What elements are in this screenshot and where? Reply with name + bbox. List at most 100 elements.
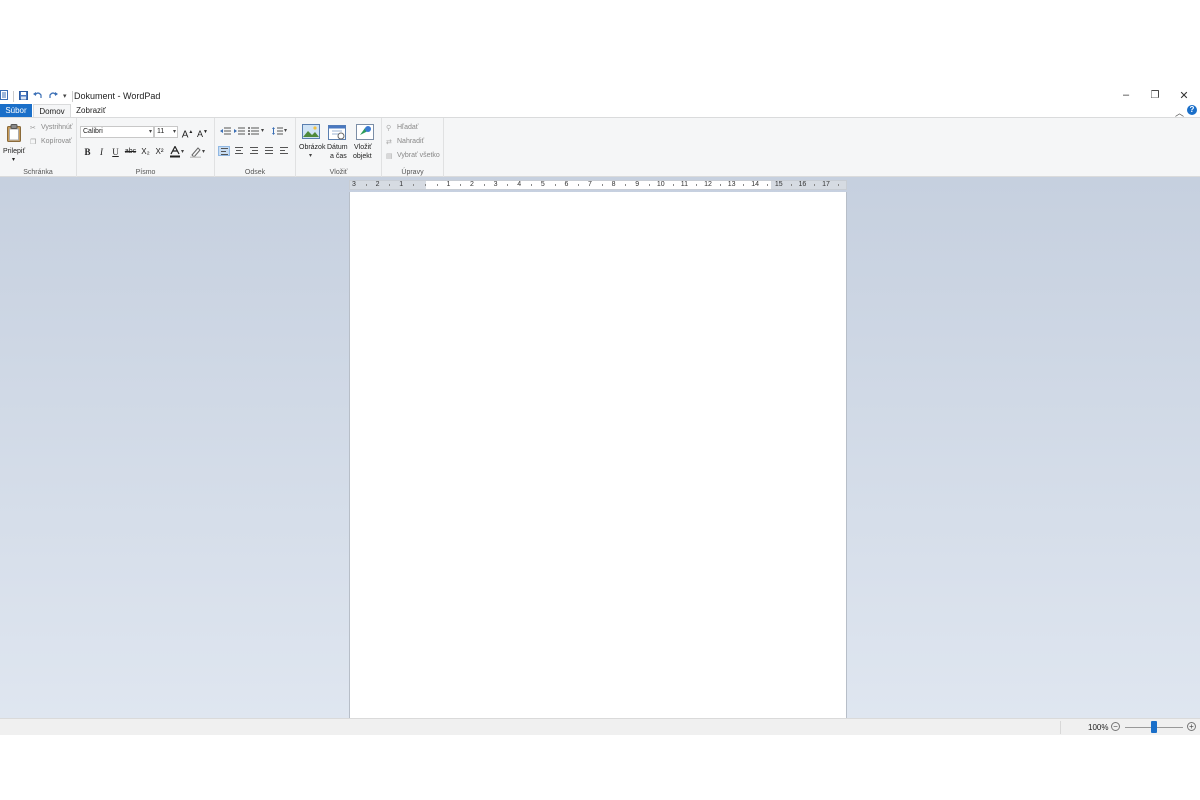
italic-button[interactable]: I <box>95 146 108 158</box>
font-color-button[interactable]: ▾ <box>170 146 186 158</box>
strikethrough-button[interactable]: abc <box>123 146 138 158</box>
ruler-tick <box>554 184 556 186</box>
chevron-down-icon[interactable]: ▾ <box>261 127 264 134</box>
zoom-slider-thumb[interactable] <box>1151 721 1157 733</box>
ruler-tick <box>578 184 580 186</box>
ruler-number: 17 <box>822 181 830 188</box>
ruler-number: 14 <box>751 181 760 188</box>
tab-file[interactable]: Súbor <box>0 104 32 117</box>
line-spacing-icon[interactable] <box>272 127 283 135</box>
underline-button[interactable]: U <box>109 146 122 158</box>
replace-button[interactable]: ⇄ Nahradiť <box>386 138 442 148</box>
copy-button[interactable]: ❐ Kopírovať <box>30 138 75 148</box>
ruler-number: 4 <box>517 181 522 188</box>
ruler-tick <box>814 184 816 186</box>
superscript-button[interactable]: X² <box>153 146 166 158</box>
scissors-icon: ✂ <box>30 125 36 132</box>
group-font: Calibri ▾ 11 ▾ A▲ A▼ B I U abc X₂ X² ▾ ▾… <box>77 118 215 178</box>
ruler-number: 1 <box>446 181 451 188</box>
ruler-number: 9 <box>635 181 640 188</box>
tab-home[interactable]: Domov <box>33 104 71 117</box>
decrease-indent-icon[interactable] <box>220 127 231 135</box>
qat-separator <box>13 90 14 102</box>
group-clipboard: Prilepiť ▾ ✂ Vystrihnúť ❐ Kopírovať Schr… <box>0 118 77 178</box>
document-workspace: 3 2 1 1 2 3 4 5 6 7 8 9 10 11 12 13 14 15 16 17 <box>0 177 1200 718</box>
font-family-select[interactable]: Calibri ▾ <box>80 126 154 138</box>
select-all-icon: ▤ <box>386 153 393 160</box>
copy-icon: ❐ <box>30 139 37 146</box>
ruler-tick <box>837 184 839 186</box>
group-paragraph: ▾ ▾ Odsek <box>215 118 296 178</box>
zoom-in-icon[interactable]: + <box>1187 722 1196 731</box>
ruler-tick <box>719 184 721 186</box>
subscript-button[interactable]: X₂ <box>139 146 152 158</box>
paragraph-settings-button[interactable] <box>278 146 290 156</box>
paste-label: Prilepiť <box>3 148 26 155</box>
group-label-insert: Vložiť <box>329 169 348 176</box>
tab-view[interactable]: Zobraziť <box>72 104 110 117</box>
font-size-select[interactable]: 11 ▾ <box>154 126 178 138</box>
chevron-down-icon[interactable]: ▾ <box>284 127 287 134</box>
window-title: Dokument - WordPad <box>74 91 161 101</box>
justify-button[interactable] <box>263 146 275 156</box>
status-bar: 100% − + <box>0 718 1200 735</box>
ruler-number: 7 <box>588 181 592 188</box>
minimize-button[interactable]: – <box>1112 86 1140 104</box>
align-center-button[interactable] <box>233 146 245 156</box>
ruler-tick <box>413 184 414 186</box>
ruler-number: 13 <box>727 181 736 188</box>
zoom-out-icon[interactable]: − <box>1111 722 1120 731</box>
paste-dropdown-icon: ▾ <box>12 157 16 163</box>
clipboard-icon <box>7 124 21 142</box>
save-icon[interactable] <box>19 90 28 102</box>
help-icon[interactable]: ? <box>1187 105 1197 115</box>
ruler-tick <box>460 184 462 186</box>
ruler-tick <box>696 184 698 186</box>
highlighter-icon <box>190 147 201 158</box>
bullet-list-icon[interactable] <box>248 127 259 135</box>
app-icon[interactable] <box>0 90 8 102</box>
insert-object-button[interactable]: Vložiť objekt <box>352 122 378 166</box>
status-separator <box>1060 721 1061 734</box>
document-page[interactable] <box>349 192 847 718</box>
insert-picture-button[interactable]: Obrázok ▾ <box>298 122 325 166</box>
restore-button[interactable]: ❐ <box>1141 86 1169 104</box>
insert-object-icon <box>356 124 374 140</box>
close-button[interactable]: ✕ <box>1170 86 1198 104</box>
replace-label: Nahradiť <box>397 138 425 145</box>
ruler-tick <box>743 184 745 186</box>
horizontal-ruler[interactable]: 3 2 1 1 2 3 4 5 6 7 8 9 10 11 12 13 14 15 16 17 <box>349 180 847 190</box>
align-left-button[interactable] <box>218 146 230 156</box>
chevron-down-icon: ▾ <box>202 149 206 155</box>
insert-datetime-button[interactable]: Dátum a čas <box>326 122 350 166</box>
title-bar: ▾ Dokument - WordPad – ❐ ✕ <box>0 86 1200 104</box>
ruler-number: 8 <box>611 181 616 188</box>
zoom-level[interactable]: 100% <box>1088 723 1108 732</box>
quick-access-toolbar: ▾ <box>0 90 73 102</box>
ruler-number: 11 <box>680 181 689 188</box>
ribbon-tabs: Súbor Domov Zobraziť ︿ ? <box>0 104 1200 118</box>
ruler-left-margin <box>350 181 426 189</box>
object-label-line2: objekt <box>353 153 372 160</box>
find-button[interactable]: ⚲ Hľadať <box>386 124 442 134</box>
ruler-number: 3 <box>352 181 356 188</box>
redo-icon[interactable] <box>48 91 58 102</box>
cut-button[interactable]: ✂ Vystrihnúť <box>30 124 75 134</box>
ruler-number: 6 <box>564 181 569 188</box>
highlight-button[interactable]: ▾ <box>190 146 208 158</box>
group-label-paragraph: Odsek <box>244 169 266 176</box>
customize-qat-icon[interactable]: ▾ <box>63 92 67 100</box>
font-family-value: Calibri <box>83 128 103 135</box>
chevron-down-icon: ▾ <box>148 129 152 135</box>
paste-button[interactable]: Prilepiť ▾ <box>3 122 25 164</box>
ruler-number: 2 <box>470 181 474 188</box>
find-label: Hľadať <box>397 124 419 131</box>
grow-font-icon[interactable]: A▲ <box>181 126 194 140</box>
increase-indent-icon[interactable] <box>234 127 245 135</box>
align-right-button[interactable] <box>248 146 260 156</box>
shrink-font-icon[interactable]: A▼ <box>196 126 209 139</box>
undo-icon[interactable] <box>33 91 43 102</box>
select-all-button[interactable]: ▤ Vybrať všetko <box>386 152 442 162</box>
group-label-clipboard: Schránka <box>23 169 53 176</box>
bold-button[interactable]: B <box>81 146 94 158</box>
